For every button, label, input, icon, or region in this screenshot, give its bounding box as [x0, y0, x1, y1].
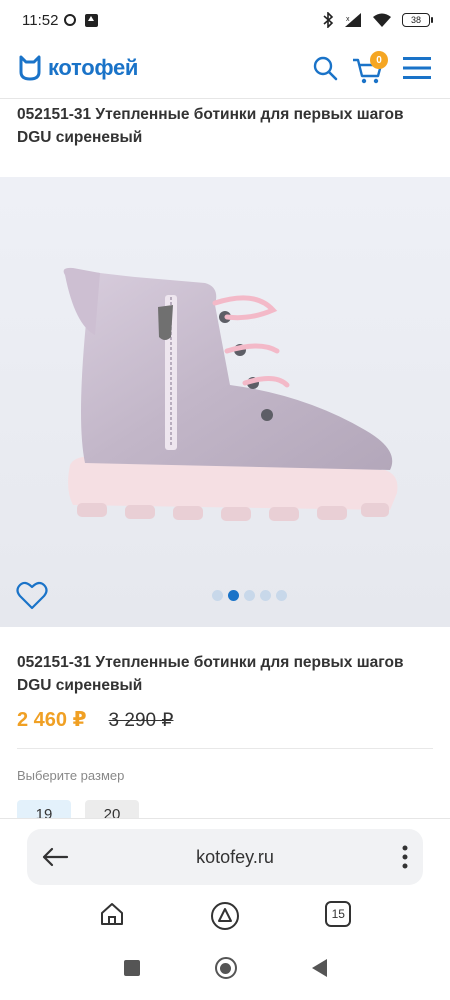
url-text[interactable]: kotofey.ru	[69, 847, 401, 868]
gallery-dot-active[interactable]	[228, 590, 239, 601]
gallery-dot[interactable]	[244, 590, 255, 601]
cart-button[interactable]: 0	[352, 51, 388, 85]
status-time: 11:52	[22, 11, 59, 29]
wifi-icon	[373, 13, 391, 27]
gallery-dot[interactable]	[260, 590, 271, 601]
notification-ring-icon	[64, 14, 77, 26]
menu-icon[interactable]	[402, 55, 432, 81]
price-row: 2 460 ₽ 3 290 ₽	[17, 707, 173, 732]
page-title: 052151-31 Утепленные ботинки для первых …	[17, 106, 404, 146]
svg-text:x: x	[346, 16, 350, 23]
signal-icon: x	[345, 13, 361, 27]
recents-button[interactable]	[123, 960, 140, 976]
more-options-icon[interactable]	[401, 844, 409, 870]
divider	[17, 748, 433, 749]
system-navigation	[0, 957, 450, 979]
home-icon[interactable]	[99, 901, 125, 927]
home-button[interactable]	[214, 957, 237, 979]
browser-nav-row: 15	[0, 901, 450, 931]
upload-notification-icon	[85, 13, 99, 27]
alice-assistant-icon[interactable]	[210, 901, 240, 931]
product-gallery[interactable]	[0, 177, 450, 627]
cat-logo-icon	[19, 55, 41, 81]
current-price: 2 460 ₽	[17, 709, 87, 731]
site-logo[interactable]: котофей	[18, 55, 138, 81]
product-image	[63, 267, 398, 521]
address-bar[interactable]: kotofey.ru	[27, 829, 423, 885]
battery-icon: 38	[402, 13, 433, 27]
back-arrow-icon[interactable]	[41, 846, 69, 868]
cart-count-badge: 0	[370, 51, 388, 69]
logo-text: котофей	[48, 55, 139, 80]
favorite-heart-icon[interactable]	[16, 581, 48, 611]
battery-level: 38	[410, 15, 421, 25]
gallery-pagination	[212, 590, 287, 601]
product-title: 052151-31 Утепленные ботинки для первых …	[17, 654, 404, 694]
bluetooth-icon	[323, 12, 334, 28]
gallery-dot[interactable]	[276, 590, 287, 601]
site-header: котофей 0	[0, 40, 450, 96]
status-bar: 11:52 x 38	[0, 0, 450, 40]
tabs-count-button[interactable]: 15	[325, 901, 352, 927]
old-price: 3 290 ₽	[108, 710, 174, 731]
back-button[interactable]	[311, 959, 327, 977]
size-picker-label: Выберите размер	[17, 768, 125, 783]
header-divider	[0, 98, 450, 99]
browser-toolbar: kotofey.ru 15	[0, 818, 450, 1000]
gallery-dot[interactable]	[212, 590, 223, 601]
search-icon[interactable]	[312, 55, 338, 81]
